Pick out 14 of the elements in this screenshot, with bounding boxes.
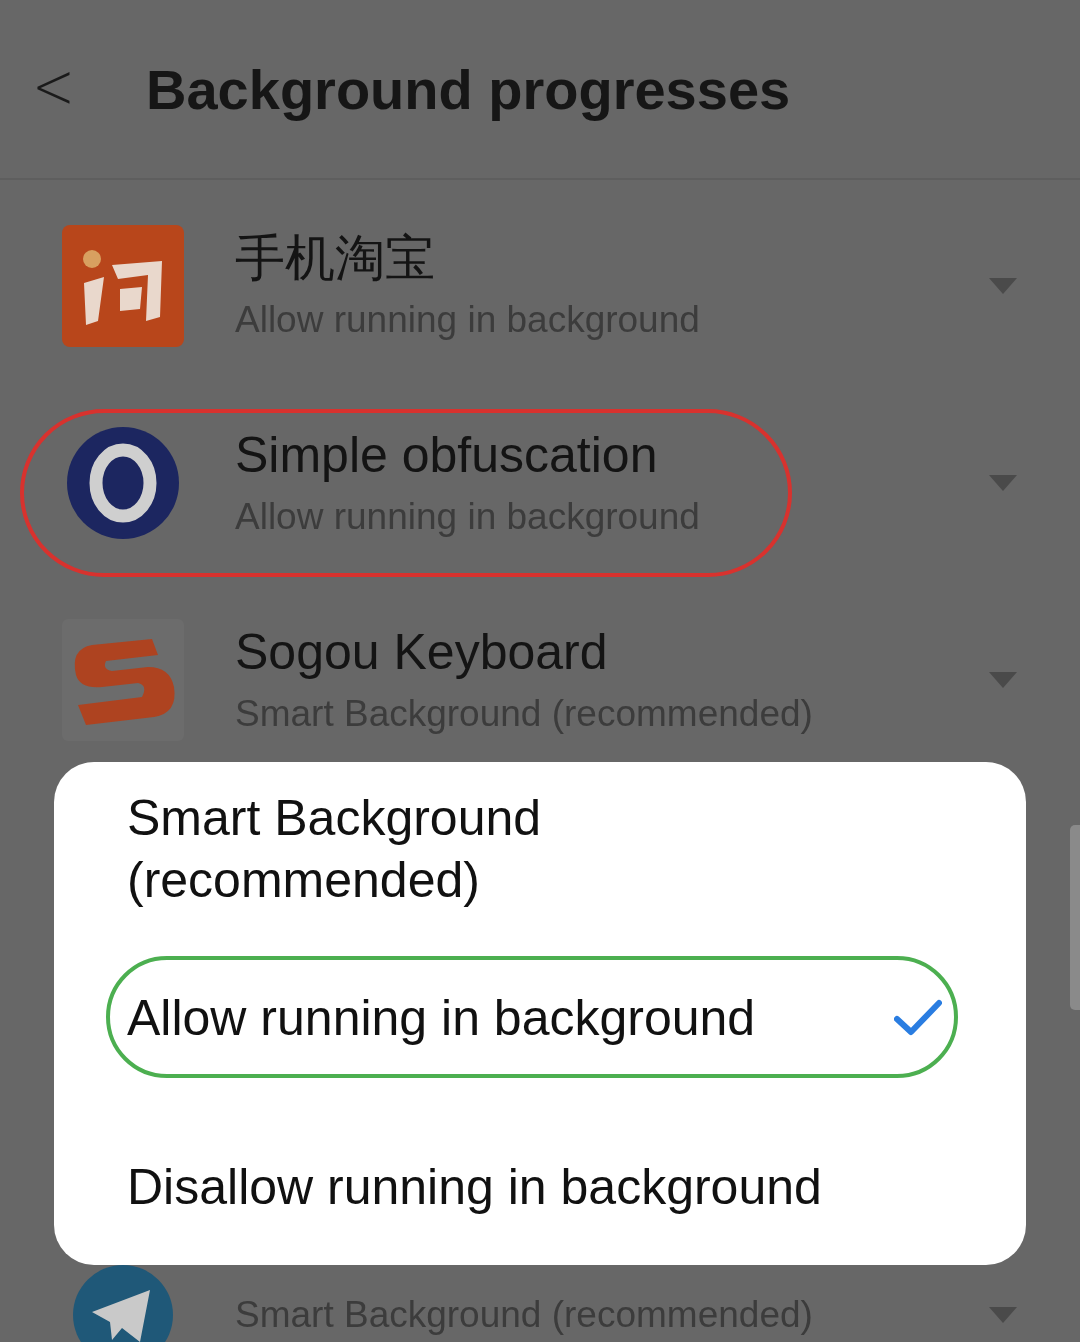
check-icon: [894, 998, 942, 1037]
page-title: Background progresses: [146, 56, 791, 122]
scrollbar[interactable]: [1070, 825, 1080, 1010]
app-name: Simple obfuscation: [235, 426, 659, 485]
dropdown-caret-icon[interactable]: [989, 475, 1017, 491]
dropdown-caret-icon[interactable]: [989, 1307, 1017, 1323]
app-icon[interactable]: [62, 225, 184, 347]
dropdown-caret-icon[interactable]: [989, 672, 1017, 688]
app-name: Sogou Keyboard: [235, 623, 609, 682]
app-name: 手机淘宝: [235, 229, 436, 288]
option-item[interactable]: Disallow running in background: [54, 1102, 1026, 1271]
option-item[interactable]: Allow running in background: [54, 933, 1026, 1102]
option-item[interactable]: Smart Background (recommended): [54, 764, 1026, 933]
dropdown-caret-icon[interactable]: [989, 278, 1017, 294]
